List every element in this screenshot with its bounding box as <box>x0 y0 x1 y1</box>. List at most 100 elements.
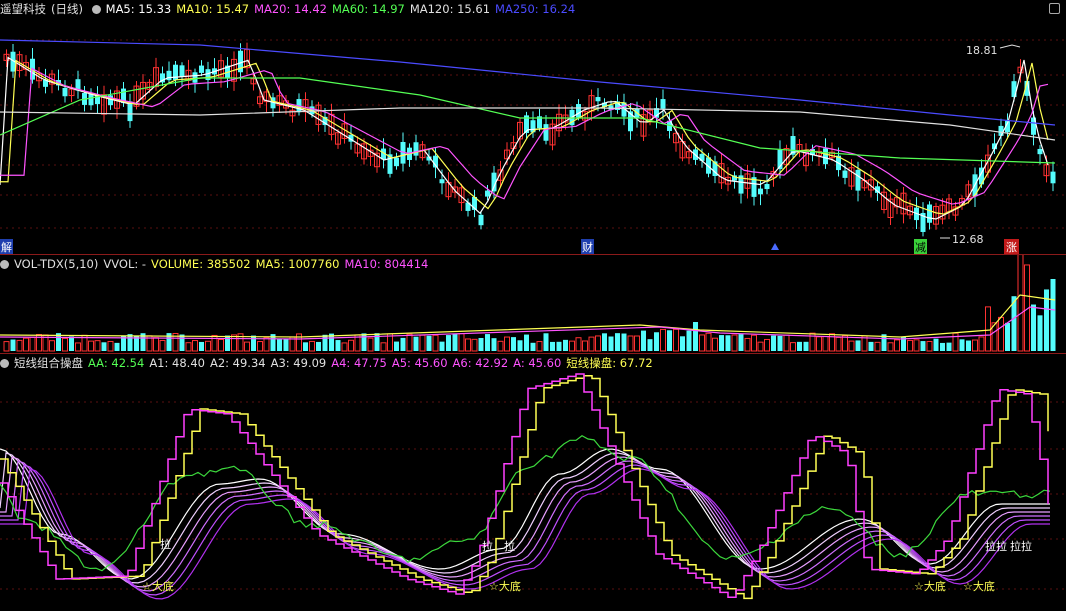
volume-bar-down <box>277 339 282 351</box>
volume-bar-up <box>673 328 679 352</box>
signal-dadi-1: ☆大底 <box>142 580 174 593</box>
volume-bar-up <box>926 340 933 352</box>
ma-label-0: MA5: 15.33 <box>105 2 172 16</box>
vol-label-2: MA5: 1007760 <box>255 257 340 271</box>
volume-bar-down <box>322 334 328 351</box>
volume-bar-up <box>699 334 705 352</box>
candle-body-down <box>595 97 601 102</box>
volume-bar-down <box>394 341 399 351</box>
volume-bar-down <box>225 335 230 351</box>
volume-bar-down <box>920 341 926 351</box>
volume-bar-down <box>10 339 16 351</box>
volume-bar-up <box>205 340 211 352</box>
settings-dot-icon[interactable] <box>0 260 9 269</box>
marker-jie[interactable]: 解 <box>0 239 13 254</box>
indicator-panel[interactable]: 短线组合操盘 AA: 42.54 A1: 48.40 A2: 49.34 A3: 49.… <box>0 354 1066 611</box>
indicator-field-list: AA: 42.54 A1: 48.40 A2: 49.34 A3: 49.09 A4: … <box>88 356 658 370</box>
volume-bar-down <box>400 337 406 351</box>
volume-bar-down <box>797 341 802 351</box>
ma-label-2: MA20: 14.42 <box>254 2 327 16</box>
volume-bar-up <box>751 334 757 352</box>
settings-dot-icon[interactable] <box>0 359 9 368</box>
volume-bar-up <box>822 335 829 352</box>
candle-body-down <box>855 169 861 191</box>
high-price-label: 18.81 <box>966 44 998 57</box>
volume-bar-down <box>524 334 529 351</box>
volume-bar-up <box>582 340 588 352</box>
volume-bar-down <box>946 342 952 351</box>
volume-bar-down <box>530 342 536 351</box>
candle-body-down <box>1037 148 1043 155</box>
ind-label-0: AA: 42.54 <box>88 356 145 370</box>
candle-body-down <box>166 70 172 81</box>
marker-jian[interactable]: 减 <box>914 239 927 254</box>
volume-bar-up <box>107 340 114 352</box>
ma-label-3: MA60: 14.97 <box>331 2 405 16</box>
signal-la-1: 拉 <box>160 538 171 551</box>
volume-bar-down <box>680 336 685 351</box>
candle-body-down <box>413 142 419 156</box>
volume-bar-down <box>1005 322 1010 351</box>
volume-bar-up <box>62 337 68 352</box>
a-magenta-line <box>0 373 1049 598</box>
volume-bar-down <box>101 342 107 351</box>
volume-bar-down <box>251 335 256 351</box>
low-price-label: 12.68 <box>952 233 984 246</box>
volume-bar-up <box>848 340 855 352</box>
volume-bar-down <box>511 337 516 351</box>
chart-period: (日线) <box>51 2 83 16</box>
volume-bar-down <box>478 337 484 351</box>
volume-bar-up <box>380 342 387 352</box>
volume-bar-down <box>446 335 451 351</box>
volume-bar-up <box>185 342 192 352</box>
vol-label-3: MA10: 804414 <box>344 257 429 271</box>
price-panel[interactable]: 遥望科技 (日线) MA5: 15.33 MA10: 15.47 MA20: 14.4… <box>0 0 1066 254</box>
indicator-header: 短线组合操盘 AA: 42.54 A1: 48.40 A2: 49.34 A3: 49.… <box>0 354 1066 372</box>
candle-body-down <box>179 65 185 77</box>
volume-bar-up <box>985 306 991 352</box>
volume-bar-down <box>127 334 133 351</box>
volume-bar-up <box>705 332 712 352</box>
price-header: 遥望科技 (日线) MA5: 15.33 MA10: 15.47 MA20: 14.4… <box>0 0 1066 18</box>
volume-bar-up <box>634 335 640 352</box>
candle-body-down <box>998 125 1004 136</box>
volume-bar-down <box>517 340 523 351</box>
volume-bar-up <box>244 341 250 352</box>
volume-bar-up <box>595 335 601 352</box>
volume-panel[interactable]: VOL-TDX(5,10) VVOL: - VOLUME: 385502 MA5: 1… <box>0 255 1066 353</box>
volume-bar-up <box>783 334 790 352</box>
ind-label-4: A4: 47.75 <box>331 356 387 370</box>
candle-body-down <box>764 184 770 190</box>
volume-bar-up <box>432 334 439 352</box>
signal-lala-2: 拉拉 <box>1010 540 1032 553</box>
volume-bar-up <box>29 336 36 352</box>
volume-bar-up <box>458 333 465 352</box>
volume-bar-down <box>602 333 607 351</box>
volume-indicator-name: VOL-TDX(5,10) <box>14 257 99 271</box>
volume-bar-down <box>114 342 120 351</box>
ma-label-1: MA10: 15.47 <box>176 2 250 16</box>
volume-bar-down <box>959 339 965 351</box>
volume-bar-down <box>361 333 367 351</box>
volume-bar-down <box>693 322 698 351</box>
volume-bar-up <box>972 339 978 352</box>
volume-bar-up <box>23 337 29 352</box>
candle-body-down <box>823 148 828 165</box>
settings-dot-icon[interactable] <box>91 5 101 14</box>
volume-bar-up <box>660 328 666 352</box>
volume-bar-up <box>998 316 1004 352</box>
volume-bar-up <box>348 339 354 352</box>
volume-bar-down <box>1031 304 1036 351</box>
volume-bar-up <box>913 339 920 352</box>
marker-zhang[interactable]: 涨 <box>1004 239 1019 254</box>
volume-bar-up <box>3 341 10 352</box>
ind-bundle-line-4 <box>0 464 1050 596</box>
volume-bar-up <box>16 339 23 352</box>
volume-bar-down <box>803 341 809 351</box>
ind-label-7: A: 45.60 <box>513 356 562 370</box>
volume-bar-up <box>471 338 478 352</box>
vol-ma10-line <box>0 306 1056 340</box>
marker-cai[interactable]: 财 <box>581 239 594 254</box>
volume-bar-down <box>426 335 432 351</box>
volume-bar-up <box>816 336 822 352</box>
